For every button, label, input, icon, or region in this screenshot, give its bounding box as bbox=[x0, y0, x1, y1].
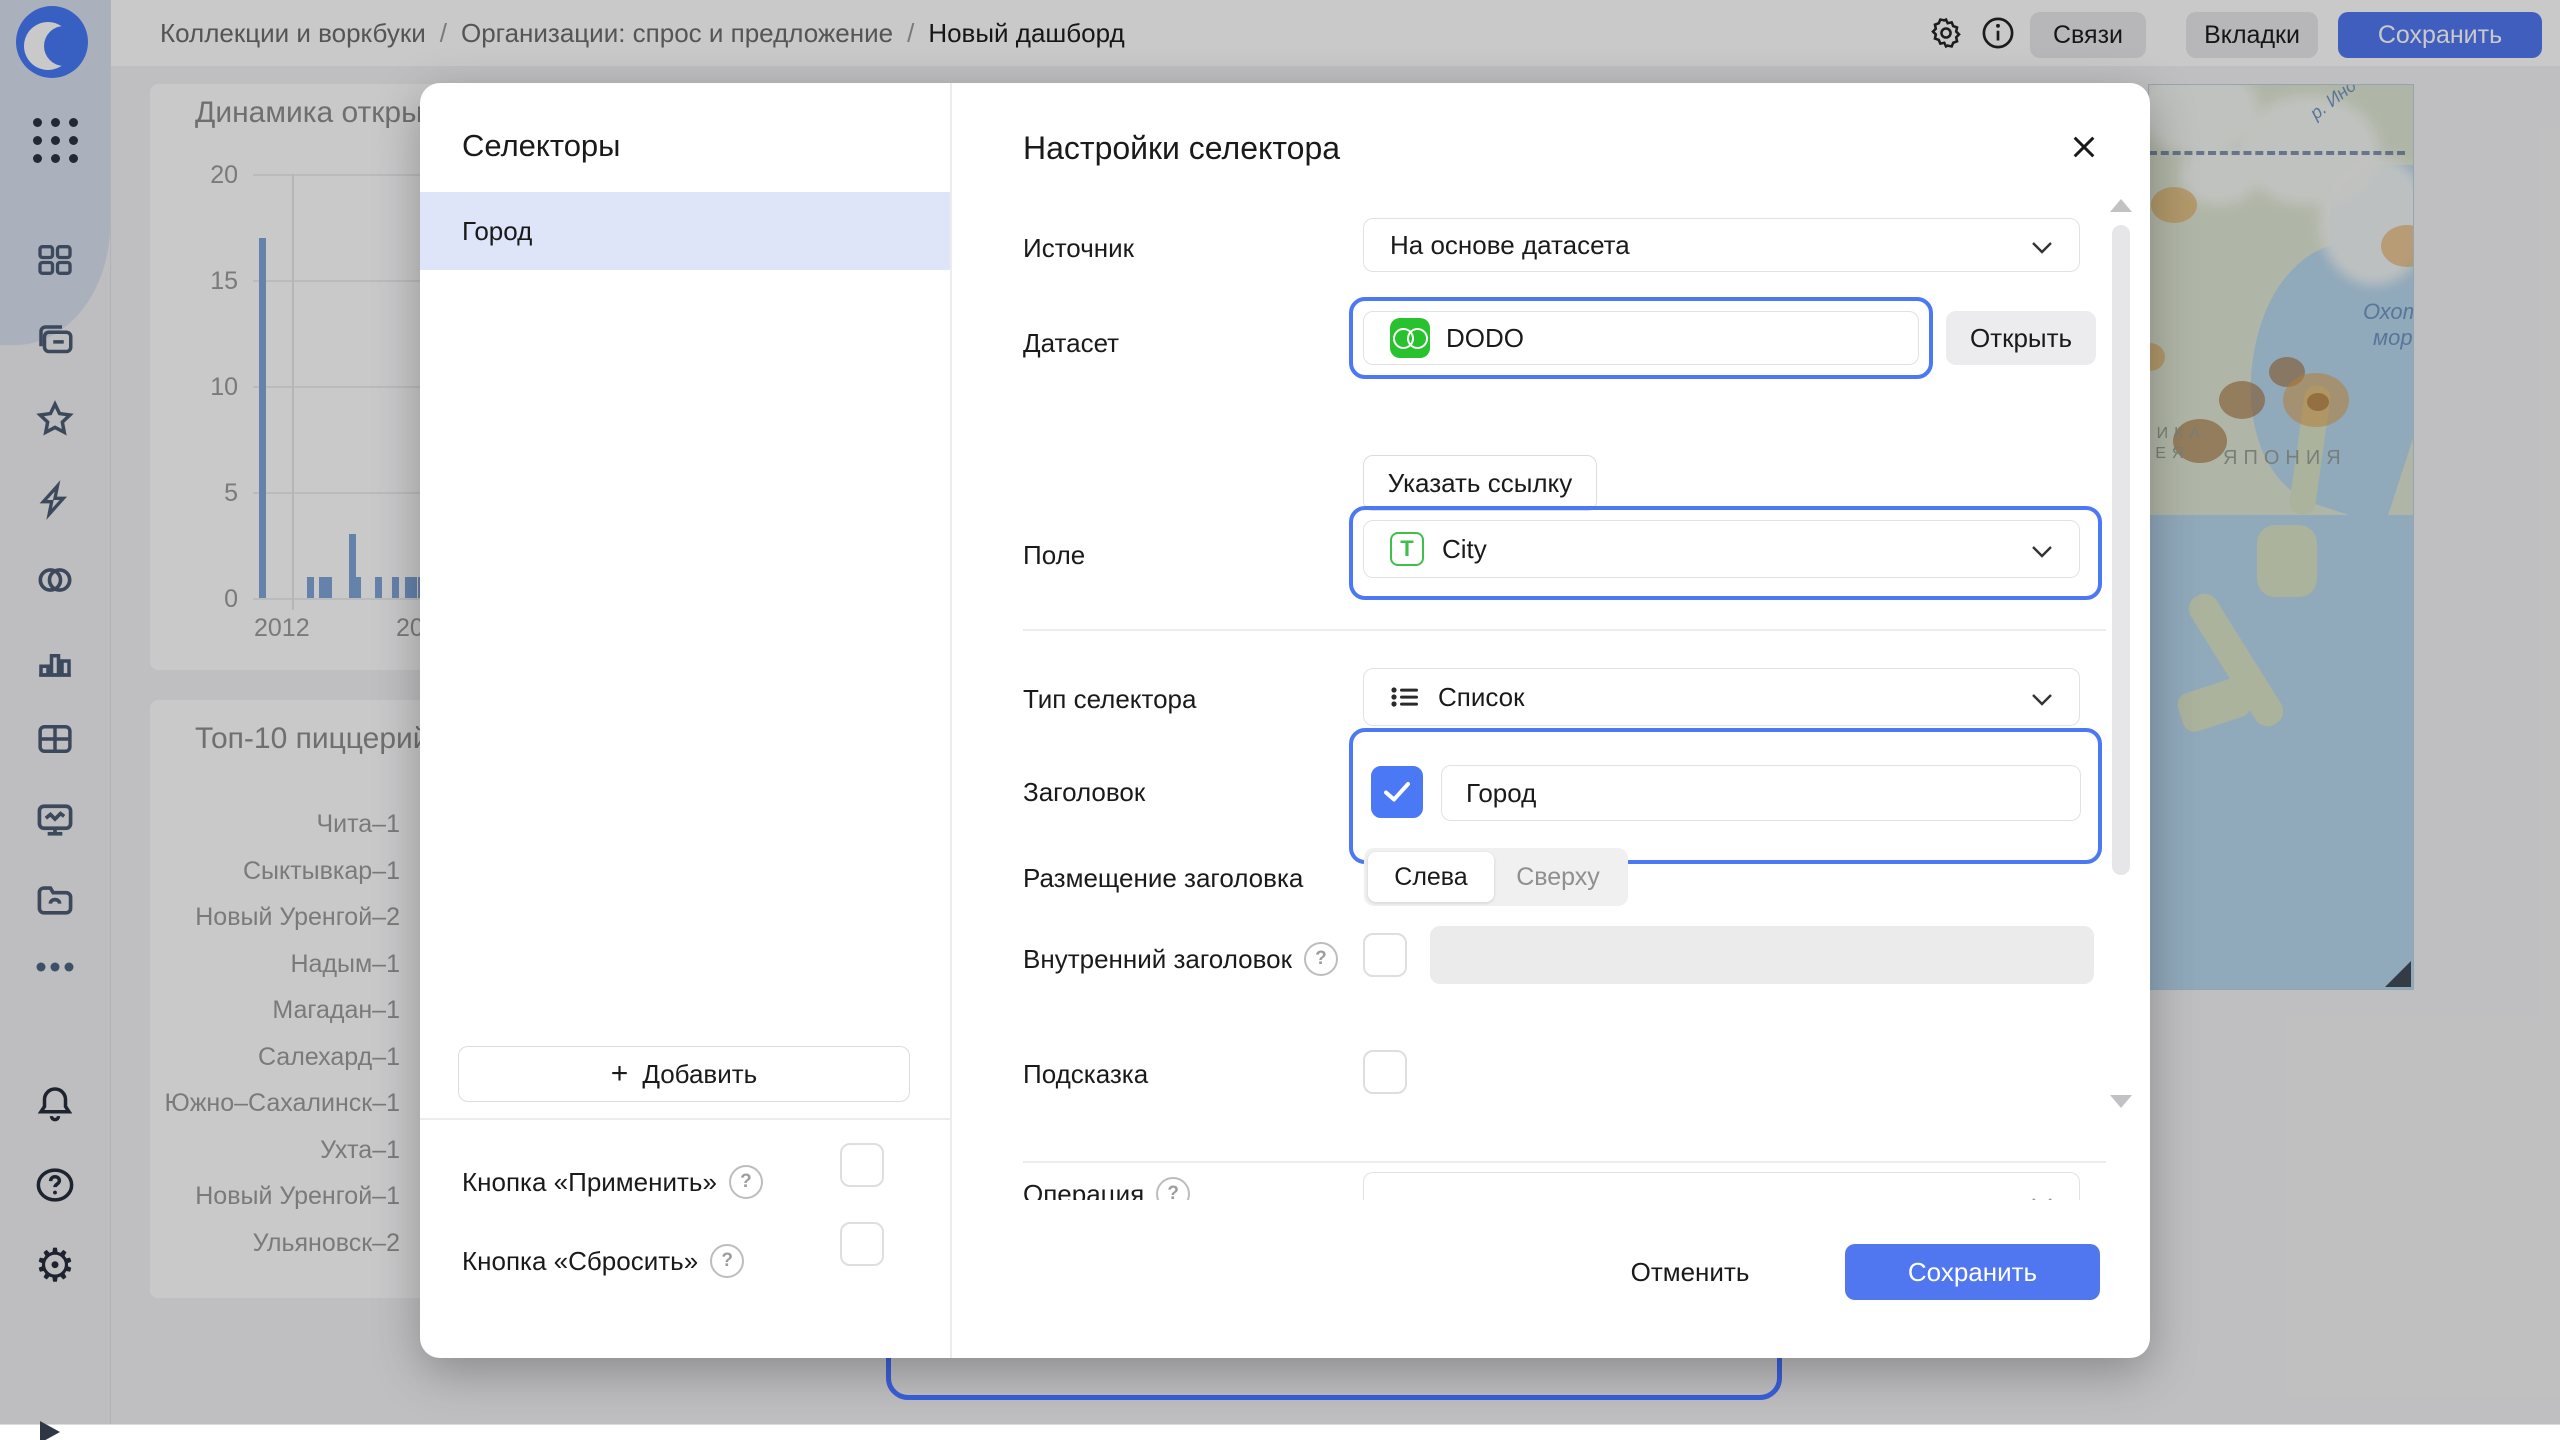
source-select[interactable]: На основе датасета bbox=[1363, 218, 2080, 272]
dataset-input[interactable]: DODO bbox=[1363, 311, 1919, 365]
plus-icon: + bbox=[611, 1057, 629, 1091]
apply-button-checkbox[interactable] bbox=[840, 1143, 884, 1187]
list-type-icon bbox=[1390, 685, 1420, 709]
inner-header-input bbox=[1430, 926, 2094, 984]
open-dataset-button[interactable]: Открыть bbox=[1946, 311, 2096, 365]
placement-segmented-control: Слева Сверху bbox=[1364, 848, 1628, 906]
field-focus-ring: T City bbox=[1349, 506, 2102, 600]
expand-play-icon[interactable] bbox=[40, 1421, 60, 1440]
placement-left-option[interactable]: Слева bbox=[1368, 852, 1494, 902]
chevron-down-icon bbox=[2031, 534, 2053, 565]
inner-header-help-icon[interactable]: ? bbox=[1304, 942, 1338, 976]
chevron-down-icon bbox=[2031, 1186, 2053, 1200]
settings-panel-title: Настройки селектора bbox=[1023, 130, 1340, 167]
field-select[interactable]: T City bbox=[1363, 520, 2080, 578]
header-checkbox[interactable] bbox=[1371, 766, 1423, 818]
apply-button-row: Кнопка «Применить» ? bbox=[462, 1165, 763, 1199]
dataset-focus-ring: DODO bbox=[1349, 297, 1933, 379]
selector-type-select[interactable]: Список bbox=[1363, 668, 2080, 726]
reset-button-row: Кнопка «Сбросить» ? bbox=[462, 1244, 744, 1278]
chevron-down-icon bbox=[2031, 230, 2053, 261]
inner-header-checkbox[interactable] bbox=[1363, 933, 1407, 977]
operation-select[interactable] bbox=[1363, 1172, 2080, 1200]
selectors-panel-title: Селекторы bbox=[462, 128, 620, 164]
scrollbar-thumb[interactable] bbox=[2112, 225, 2130, 875]
apply-help-icon[interactable]: ? bbox=[729, 1165, 763, 1199]
save-selector-button[interactable]: Сохранить bbox=[1845, 1244, 2100, 1300]
text-field-type-icon: T bbox=[1390, 532, 1424, 566]
close-icon[interactable] bbox=[2068, 131, 2100, 168]
dataset-icon bbox=[1390, 318, 1430, 358]
operation-help-icon[interactable]: ? bbox=[1156, 1177, 1190, 1200]
reset-help-icon[interactable]: ? bbox=[710, 1244, 744, 1278]
header-title-input[interactable] bbox=[1441, 765, 2081, 821]
operation-row-clipped: Операция ? bbox=[1023, 1172, 2113, 1200]
add-selector-button[interactable]: + Добавить bbox=[458, 1046, 910, 1102]
header-focus-ring bbox=[1349, 728, 2102, 864]
scroll-up-icon[interactable] bbox=[2110, 199, 2132, 212]
cancel-button[interactable]: Отменить bbox=[1595, 1244, 1785, 1300]
selector-list-item-gorod[interactable]: Город bbox=[420, 192, 950, 270]
scroll-down-icon[interactable] bbox=[2110, 1095, 2132, 1108]
bottom-strip bbox=[0, 1424, 2560, 1440]
reset-button-checkbox[interactable] bbox=[840, 1222, 884, 1266]
specify-link-button[interactable]: Указать ссылку bbox=[1363, 455, 1597, 511]
placement-top-option[interactable]: Сверху bbox=[1494, 852, 1622, 902]
hint-checkbox[interactable] bbox=[1363, 1050, 1407, 1094]
app-screen: Коллекции и воркбуки / Организации: спро… bbox=[0, 0, 2560, 1440]
chevron-down-icon bbox=[2031, 682, 2053, 713]
selector-settings-dialog: Селекторы Город + Добавить Кнопка «Приме… bbox=[420, 83, 2150, 1358]
